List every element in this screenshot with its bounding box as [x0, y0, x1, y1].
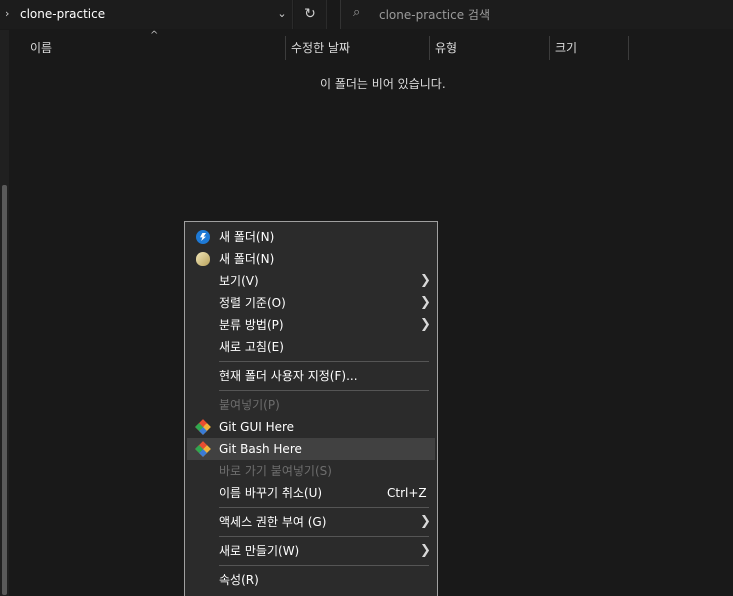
column-modified[interactable]: 수정한 날짜	[291, 36, 421, 60]
menu-item-undo-rename[interactable]: 이름 바꾸기 취소(U) Ctrl+Z	[187, 482, 435, 504]
menu-item-label: 액세스 권한 부여 (G)	[219, 515, 327, 529]
menu-item-label: 분류 방법(P)	[219, 318, 284, 332]
menu-item-label: 새 폴더(N)	[219, 252, 275, 266]
menu-item-label: 새 폴더(N)	[219, 230, 275, 244]
menu-item-new-folder-2[interactable]: 새 폴더(N)	[187, 248, 435, 270]
menu-item-label: Git GUI Here	[219, 420, 295, 434]
toolbar: › clone-practice ⌄ ↻ ⌕	[0, 0, 733, 30]
column-divider[interactable]	[628, 36, 629, 60]
chevron-right-icon: ❯	[420, 295, 431, 310]
bolt-folder-icon	[196, 230, 210, 244]
search-icon: ⌕	[353, 5, 361, 20]
menu-item-paste[interactable]: 붙여넣기(P)	[187, 394, 435, 416]
navigation-pane	[0, 30, 9, 596]
menu-item-new[interactable]: 새로 만들기(W) ❯	[187, 540, 435, 562]
menu-item-label: 이름 바꾸기 취소(U)	[219, 486, 323, 500]
menu-item-label: 새로 고침(E)	[219, 340, 284, 354]
chevron-down-icon[interactable]: ⌄	[274, 4, 290, 24]
menu-item-new-folder[interactable]: 새 폴더(N)	[187, 226, 435, 248]
menu-item-give-access[interactable]: 액세스 권한 부여 (G) ❯	[187, 511, 435, 533]
menu-item-customize-folder[interactable]: 현재 폴더 사용자 지정(F)...	[187, 365, 435, 387]
column-divider[interactable]	[549, 36, 550, 60]
empty-folder-message: 이 폴더는 비어 있습니다.	[320, 77, 446, 91]
context-menu: 새 폴더(N) 새 폴더(N) 보기(V) ❯ 정렬 기준(O) ❯ 분류 방법…	[184, 221, 438, 596]
menu-item-shortcut: Ctrl+Z	[387, 486, 427, 500]
menu-item-label: 새로 만들기(W)	[219, 544, 300, 558]
refresh-button[interactable]: ↻	[294, 0, 327, 29]
menu-item-label: 보기(V)	[219, 274, 259, 288]
column-divider[interactable]	[429, 36, 430, 60]
menu-item-properties[interactable]: 속성(R)	[187, 569, 435, 591]
chevron-right-icon: ❯	[420, 543, 431, 558]
chevron-right-icon: ❯	[420, 317, 431, 332]
search-box[interactable]: ⌕	[340, 0, 733, 29]
scrollbar-thumb[interactable]	[2, 185, 7, 595]
menu-separator	[219, 390, 429, 391]
menu-separator	[219, 507, 429, 508]
search-input[interactable]	[377, 4, 721, 26]
chevron-right-icon: ❯	[420, 514, 431, 529]
menu-item-label: Git Bash Here	[219, 442, 302, 456]
menu-item-sort-by[interactable]: 정렬 기준(O) ❯	[187, 292, 435, 314]
menu-item-git-gui[interactable]: Git GUI Here	[187, 416, 435, 438]
chevron-right-icon: ❯	[420, 273, 431, 288]
menu-separator	[219, 536, 429, 537]
git-icon	[195, 419, 211, 435]
address-bar[interactable]: › clone-practice ⌄	[0, 0, 293, 29]
column-type[interactable]: 유형	[435, 36, 535, 60]
menu-separator	[219, 565, 429, 566]
chevron-right-icon[interactable]: ›	[5, 7, 9, 20]
column-name[interactable]: 이름	[30, 36, 280, 60]
menu-item-paste-shortcut[interactable]: 바로 가기 붙여넣기(S)	[187, 460, 435, 482]
menu-item-label: 정렬 기준(O)	[219, 296, 286, 310]
egg-icon	[196, 252, 210, 266]
menu-item-label: 바로 가기 붙여넣기(S)	[219, 464, 332, 478]
menu-item-label: 현재 폴더 사용자 지정(F)...	[219, 369, 358, 383]
column-divider[interactable]	[285, 36, 286, 60]
menu-item-git-bash[interactable]: Git Bash Here	[187, 438, 435, 460]
address-path[interactable]: clone-practice	[20, 7, 105, 21]
column-size[interactable]: 크기	[555, 36, 625, 60]
menu-item-label: 속성(R)	[219, 573, 259, 587]
git-icon	[195, 441, 211, 457]
menu-item-refresh[interactable]: 새로 고침(E)	[187, 336, 435, 358]
column-header: ^ 이름 수정한 날짜 유형 크기	[10, 30, 733, 60]
menu-separator	[219, 361, 429, 362]
menu-item-view[interactable]: 보기(V) ❯	[187, 270, 435, 292]
menu-item-label: 붙여넣기(P)	[219, 398, 280, 412]
menu-item-group-by[interactable]: 분류 방법(P) ❯	[187, 314, 435, 336]
